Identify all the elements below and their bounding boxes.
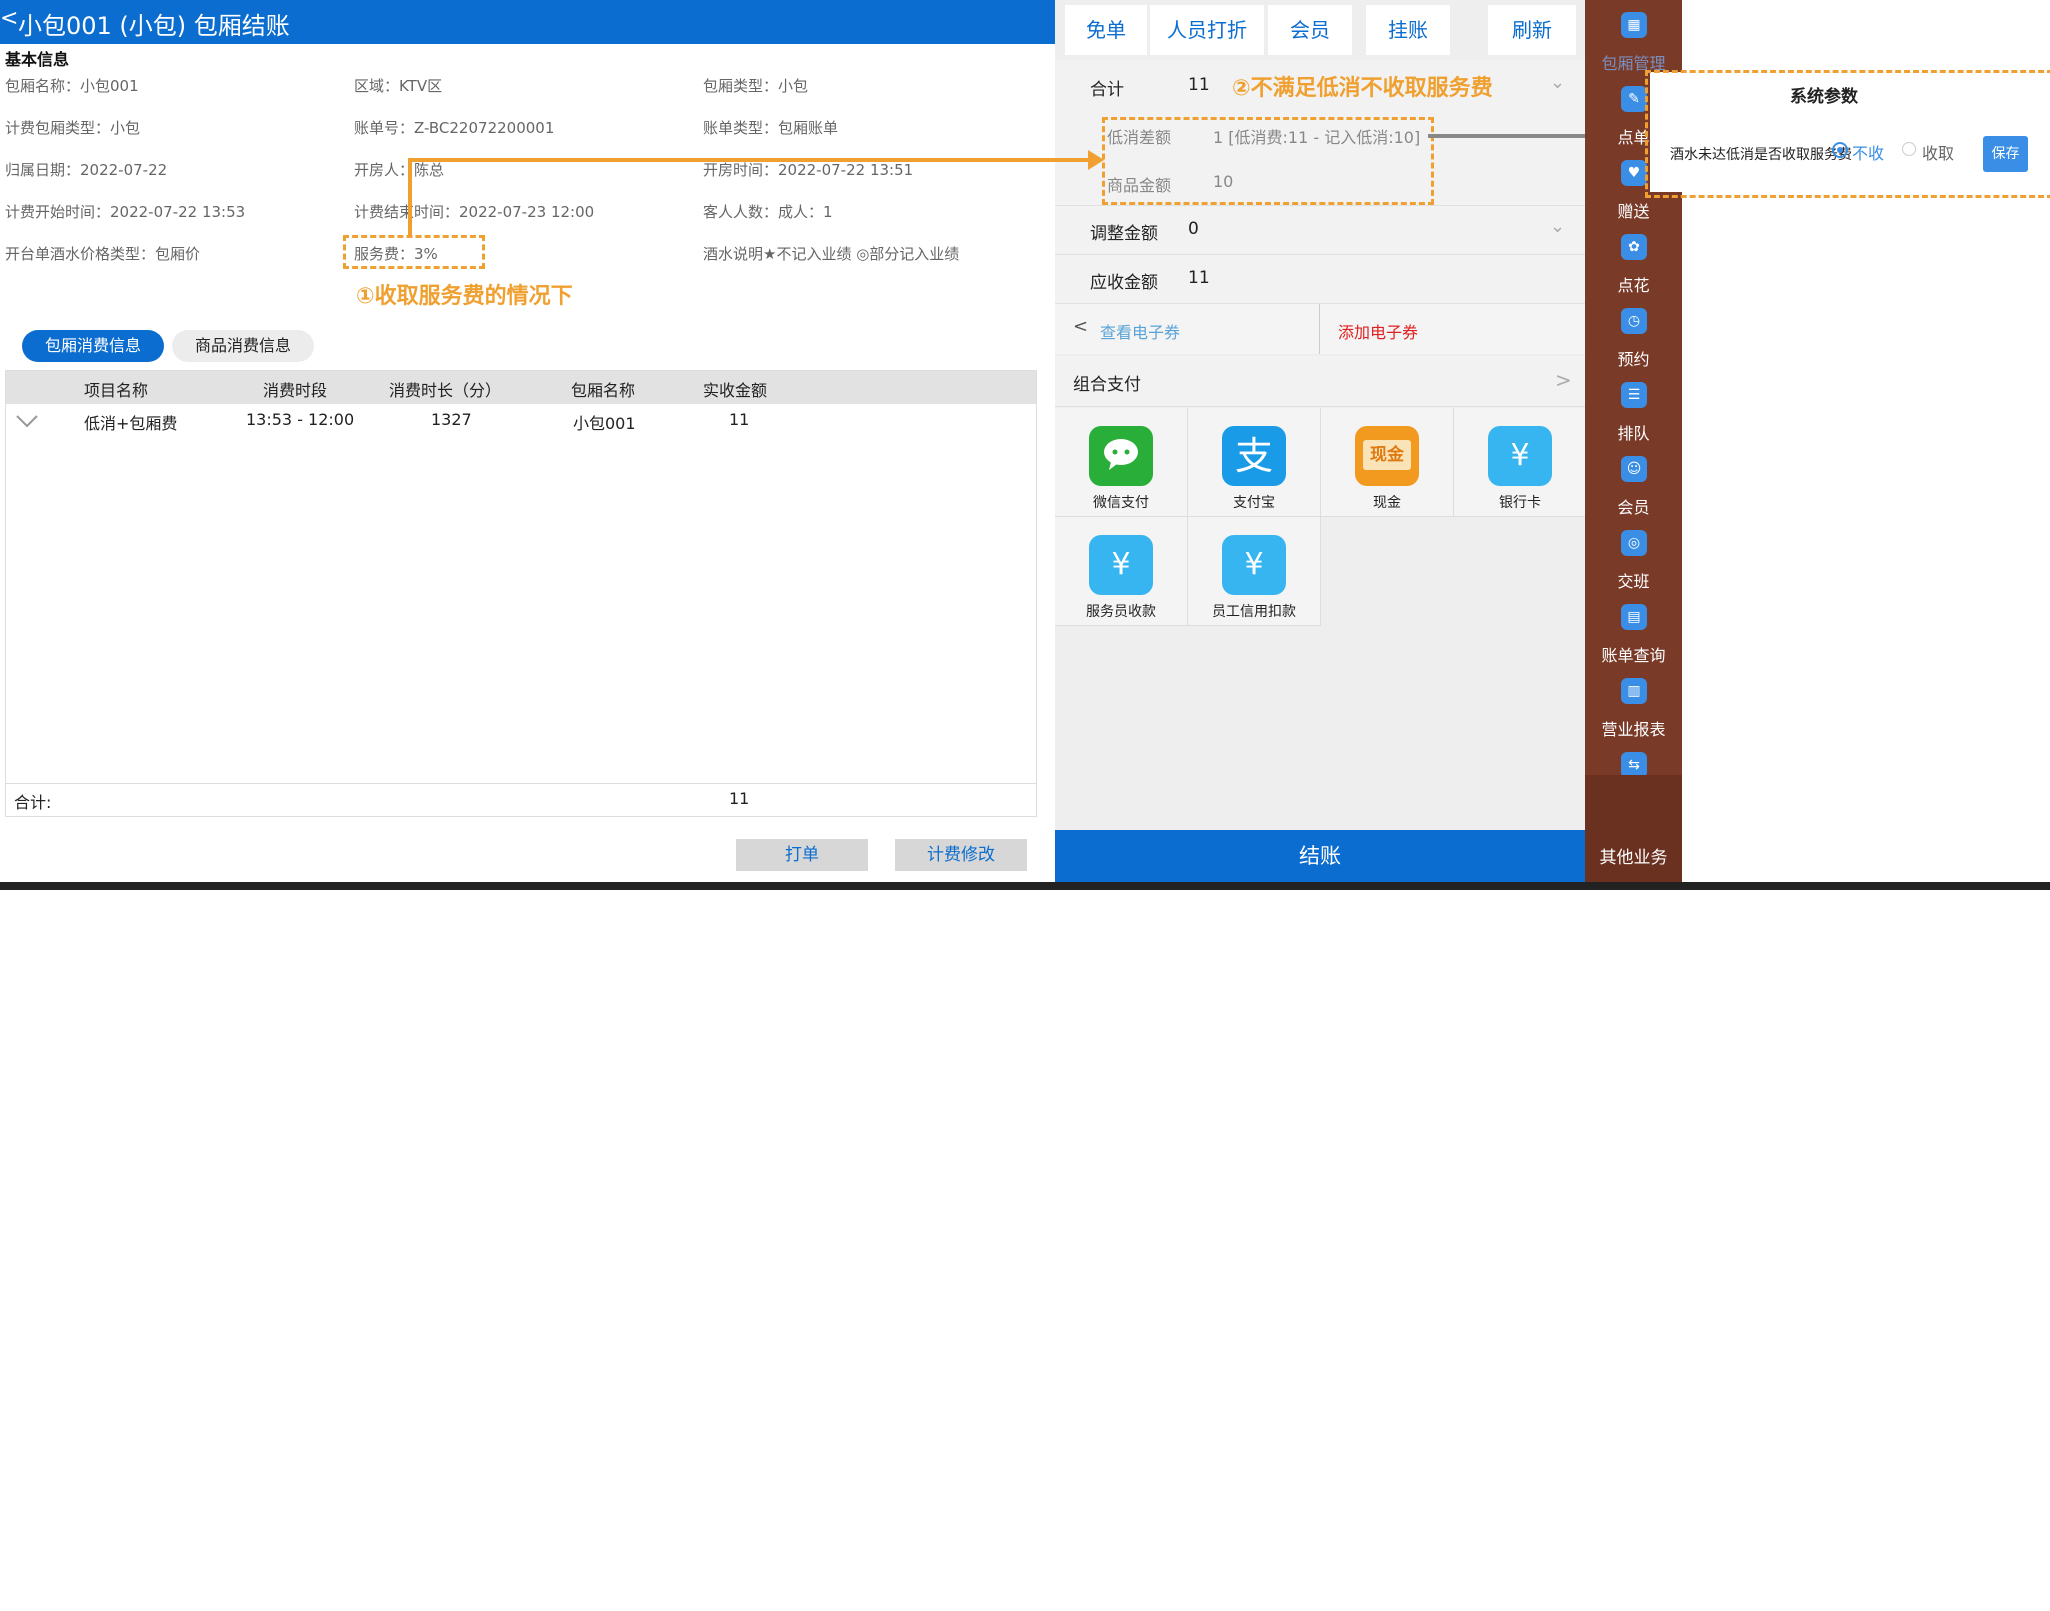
grid-icon bbox=[1609, 1565, 1659, 1611]
sidebar-item-member[interactable]: ☺ 会员 bbox=[1585, 448, 1682, 522]
member-icon: ☺ bbox=[1621, 456, 1647, 482]
gift-icon: ♥ bbox=[1621, 160, 1647, 186]
sidebar-item-shift[interactable]: ◎ 交班 bbox=[1585, 522, 1682, 596]
sidebar-item-bill-query[interactable]: ▤ 账单查询 bbox=[1585, 596, 1682, 670]
sidebar-label: 赠送 bbox=[1617, 202, 1650, 221]
sidebar-label: 预约 bbox=[1617, 350, 1650, 369]
sidebar-item-more-partial[interactable]: ⇆ bbox=[1585, 744, 1682, 778]
other-business-button[interactable]: 其他业务 bbox=[1585, 775, 1682, 1609]
sidebar-label: 点花 bbox=[1617, 276, 1650, 295]
sidebar-label: 排队 bbox=[1617, 424, 1650, 443]
reserve-icon: ◷ bbox=[1621, 308, 1647, 334]
sidebar-item-queue[interactable]: ☰ 排队 bbox=[1585, 374, 1682, 448]
sidebar-item-reserve[interactable]: ◷ 预约 bbox=[1585, 300, 1682, 374]
sidebar-label: 交班 bbox=[1617, 572, 1650, 591]
sidebar-label: 账单查询 bbox=[1601, 646, 1666, 665]
system-bottom-bar bbox=[0, 882, 2050, 890]
flower-icon: ✿ bbox=[1621, 234, 1647, 260]
other-business-label: 其他业务 bbox=[1599, 848, 1668, 868]
sidebar-item-report[interactable]: ▥ 营业报表 bbox=[1585, 670, 1682, 744]
bill-query-icon: ▤ bbox=[1621, 604, 1647, 630]
popup-highlight bbox=[1645, 70, 2050, 198]
order-icon: ✎ bbox=[1621, 86, 1647, 112]
queue-icon: ☰ bbox=[1621, 382, 1647, 408]
report-icon: ▥ bbox=[1621, 678, 1647, 704]
room-manage-icon: ▦ bbox=[1621, 12, 1647, 38]
sidebar-item-flower[interactable]: ✿ 点花 bbox=[1585, 226, 1682, 300]
sidebar-item-room-manage[interactable]: ▦ 包厢管理 bbox=[1585, 4, 1682, 78]
sidebar-label: 会员 bbox=[1617, 498, 1650, 517]
shift-icon: ◎ bbox=[1621, 530, 1647, 556]
sidebar-label: 营业报表 bbox=[1601, 720, 1666, 739]
